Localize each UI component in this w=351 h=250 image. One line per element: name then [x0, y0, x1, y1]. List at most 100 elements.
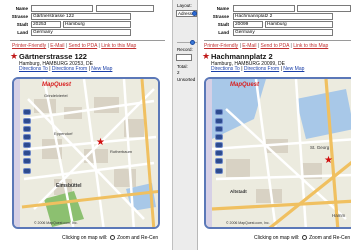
map-canvas: Altstadt St. Georg Hamm ★ — [211, 79, 351, 227]
street-row: Strasse Hachmannplatz 2 — [199, 13, 351, 20]
name-field-2[interactable] — [96, 5, 154, 12]
map-place-label: Hamm — [332, 213, 346, 218]
country-row: Land Germany — [0, 29, 172, 36]
zoom-level-6[interactable] — [23, 158, 31, 164]
print-links: Printer-Friendly | E-Mail | Send to PDA … — [204, 43, 329, 49]
zoom-radio-icon[interactable] — [109, 235, 115, 241]
zip-field[interactable]: 20253 — [31, 21, 61, 28]
street-row: Strasse Gärtnerstrasse 122 — [0, 13, 172, 20]
city-field[interactable]: Hamburg — [265, 21, 333, 28]
name-label: Name — [15, 6, 28, 11]
send-to-pda-link[interactable]: Send to PDA — [69, 43, 98, 49]
zoom-in-button[interactable] — [23, 109, 31, 115]
right-record-pane: Name Strasse Hachmannplatz 2 Stadt 20099… — [199, 0, 351, 250]
street-field[interactable]: Gärtnerstrasse 122 — [31, 13, 131, 20]
zoom-out-button[interactable] — [23, 168, 31, 174]
new-map-link[interactable]: New Map — [283, 66, 304, 72]
zoom-out-button[interactable] — [215, 168, 223, 174]
map-place-label: St. Georg — [310, 145, 330, 150]
sort-status: Unsorted — [177, 77, 196, 82]
map-canvas: Grindelviertel Eimsbüttel Rotherbaum Epp… — [20, 79, 158, 227]
layout-dropdown-icon[interactable] — [192, 11, 197, 16]
zoom-in-button[interactable] — [215, 109, 223, 115]
zip-field[interactable]: 20099 — [233, 21, 263, 28]
print-links: Printer-Friendly | E-Mail | Send to PDA … — [12, 43, 137, 49]
total-value: 2 — [177, 70, 180, 75]
map-location-star-icon: ★ — [96, 137, 105, 148]
link-to-map-link[interactable]: Link to this Map — [101, 43, 136, 49]
directions-from-link[interactable]: Directions From — [52, 66, 87, 72]
street-label: Strasse — [212, 14, 229, 19]
zoom-control — [215, 109, 223, 189]
zoom-radio-icon[interactable] — [301, 235, 307, 241]
directions-to-link[interactable]: Directions To — [19, 66, 48, 72]
location-star-icon: ★ — [202, 51, 211, 61]
zoom-control — [23, 109, 31, 189]
email-link[interactable]: E-Mail — [50, 43, 64, 49]
map-copyright: © 2006 MapQuest.com, Inc. — [226, 221, 270, 225]
direction-links: Directions To | Directions From | New Ma… — [211, 66, 305, 72]
city-row: Stadt 20099 Hamburg — [199, 21, 351, 28]
record-field[interactable] — [176, 54, 192, 61]
link-to-map-link[interactable]: Link to this Map — [293, 43, 328, 49]
mapquest-logo: MapQuest — [230, 82, 260, 88]
caption-text: Clicking on map will: — [62, 235, 108, 241]
country-label: Land — [17, 30, 28, 35]
zoom-level-5[interactable] — [23, 150, 31, 156]
country-field[interactable]: Germany — [233, 29, 333, 36]
address-title: Gärtnerstrasse 122 — [19, 52, 87, 61]
divider — [10, 40, 165, 41]
email-link[interactable]: E-Mail — [242, 43, 256, 49]
mapquest-logo: MapQuest — [42, 82, 72, 88]
divider — [204, 40, 351, 41]
location-star-icon: ★ — [10, 51, 19, 61]
address-title: Hachmannplatz 2 — [211, 52, 273, 61]
caption-text: Clicking on map will: — [254, 235, 300, 241]
zoom-level-6[interactable] — [215, 158, 223, 164]
zoom-level-5[interactable] — [215, 150, 223, 156]
name-label: Name — [216, 6, 229, 11]
zoom-level-2[interactable] — [215, 126, 223, 132]
zoom-level-1[interactable] — [23, 118, 31, 124]
name-row: Name — [199, 5, 351, 12]
zip-label: Stadt — [16, 22, 28, 27]
map-view[interactable]: Grindelviertel Eimsbüttel Rotherbaum Epp… — [12, 77, 160, 229]
layout-label: Layout: — [177, 3, 192, 8]
name-field-2[interactable] — [297, 5, 351, 12]
zoom-level-4[interactable] — [23, 142, 31, 148]
left-record-pane: Name Strasse Gärtnerstrasse 122 Stadt 20… — [0, 0, 172, 250]
street-field[interactable]: Hachmannplatz 2 — [233, 13, 333, 20]
map-place-label: Eppendorf — [54, 131, 73, 136]
printer-friendly-link[interactable]: Printer-Friendly — [12, 43, 46, 49]
directions-from-link[interactable]: Directions From — [244, 66, 279, 72]
zoom-level-3[interactable] — [23, 134, 31, 140]
printer-friendly-link[interactable]: Printer-Friendly — [204, 43, 238, 49]
map-place-label: Altstadt — [230, 189, 247, 194]
map-click-caption: Clicking on map will: Zoom and Re-Cen — [62, 235, 158, 241]
zoom-level-2[interactable] — [23, 126, 31, 132]
new-map-link[interactable]: New Map — [91, 66, 112, 72]
zip-label: Stadt — [217, 22, 229, 27]
country-row: Land Germany — [199, 29, 351, 36]
direction-links: Directions To | Directions From | New Ma… — [19, 66, 113, 72]
country-field[interactable]: Germany — [31, 29, 131, 36]
city-field[interactable]: Hamburg — [63, 21, 131, 28]
zoom-level-1[interactable] — [215, 118, 223, 124]
map-place-label: Grindelviertel — [44, 93, 68, 98]
send-to-pda-link[interactable]: Send to PDA — [261, 43, 290, 49]
city-row: Stadt 20253 Hamburg — [0, 21, 172, 28]
status-area: Layout: Adresse Record: Total: 2 Unsorte… — [176, 0, 198, 250]
map-click-caption: Clicking on map will: Zoom and Re-Cen — [254, 235, 350, 241]
map-copyright: © 2006 MapQuest.com, Inc. — [34, 221, 78, 225]
name-row: Name — [0, 5, 172, 12]
name-field[interactable] — [31, 5, 93, 12]
caption-option: Zoom and Re-Cen — [117, 235, 159, 241]
name-field[interactable] — [233, 5, 295, 12]
map-place-label: Eimsbüttel — [56, 183, 82, 189]
record-slider-knob[interactable] — [190, 40, 195, 45]
zoom-level-4[interactable] — [215, 142, 223, 148]
map-view[interactable]: Altstadt St. Georg Hamm ★ MapQuest © 200… — [204, 77, 351, 229]
directions-to-link[interactable]: Directions To — [211, 66, 240, 72]
zoom-level-3[interactable] — [215, 134, 223, 140]
street-label: Strasse — [11, 14, 28, 19]
